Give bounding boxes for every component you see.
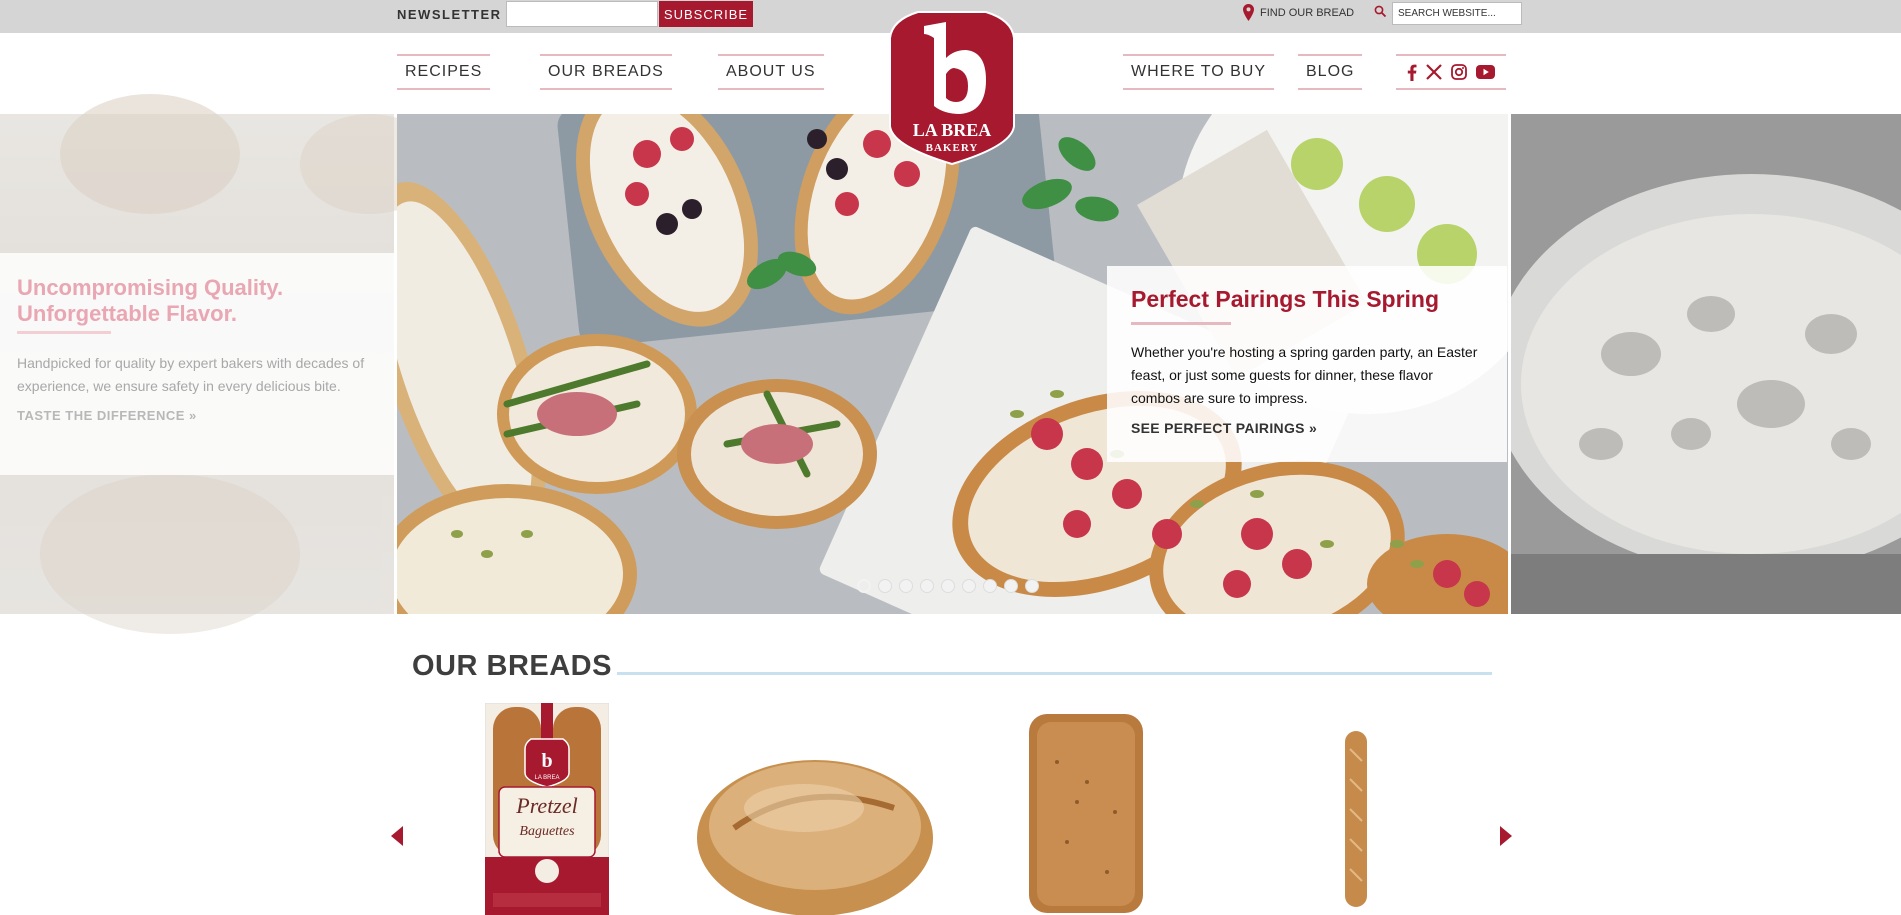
logo-sub: BAKERY xyxy=(926,142,979,154)
x-icon[interactable] xyxy=(1426,64,1442,80)
package-logo-letter: b xyxy=(541,750,552,772)
previous-slide-caption: Uncompromising Quality. Unforgettable Fl… xyxy=(0,253,394,475)
social-links xyxy=(1396,54,1506,90)
our-breads-rule xyxy=(617,672,1492,675)
ciabatta-roll-image[interactable] xyxy=(1027,712,1145,915)
carousel-prev-arrow-icon[interactable] xyxy=(391,826,403,846)
taste-the-difference-link[interactable]: TASTE THE DIFFERENCE » xyxy=(17,408,377,423)
subscribe-button[interactable]: SUBSCRIBE xyxy=(659,1,753,27)
carousel-pagination xyxy=(857,579,1039,593)
our-breads-heading: OUR BREADS xyxy=(412,650,612,682)
nav-recipes[interactable]: RECIPES xyxy=(397,54,491,90)
active-slide-text: Whether you're hosting a spring garden p… xyxy=(1131,344,1478,406)
la-brea-bakery-logo[interactable]: LA BREA BAKERY xyxy=(888,8,1016,166)
see-perfect-pairings-link[interactable]: SEE PERFECT PAIRINGS » xyxy=(1131,420,1483,436)
package-brand: LA BREA xyxy=(534,775,559,781)
page: NEWSLETTER SUBSCRIBE FIND OUR BREAD RECI… xyxy=(0,0,1901,915)
carousel-dot[interactable] xyxy=(983,579,997,593)
package-name-line1: Pretzel xyxy=(515,793,578,818)
carousel-dot[interactable] xyxy=(878,579,892,593)
active-slide-divider xyxy=(1131,322,1231,325)
thin-baguette-image[interactable] xyxy=(1341,729,1371,909)
newsletter-label: NEWSLETTER xyxy=(397,7,502,22)
youtube-icon[interactable] xyxy=(1476,65,1496,79)
active-slide-title: Perfect Pairings This Spring xyxy=(1131,286,1440,312)
active-slide-caption: Perfect Pairings This Spring Whether you… xyxy=(1107,266,1507,462)
logo-name: LA BREA xyxy=(913,120,992,140)
package-name-line2: Baguettes xyxy=(519,824,575,839)
find-our-bread-link[interactable]: FIND OUR BREAD xyxy=(1243,4,1354,21)
nav-about-us[interactable]: ABOUT US xyxy=(718,54,824,90)
carousel-next-arrow-icon[interactable] xyxy=(1500,826,1512,846)
facebook-icon[interactable] xyxy=(1407,64,1417,81)
instagram-icon[interactable] xyxy=(1451,64,1468,80)
carousel-dot[interactable] xyxy=(920,579,934,593)
newsletter-email-input[interactable] xyxy=(506,1,658,27)
previous-slide-title-line1: Uncompromising Quality. xyxy=(17,275,284,300)
next-slide[interactable] xyxy=(1511,114,1901,614)
round-loaf-image[interactable] xyxy=(694,738,936,915)
carousel-dot[interactable] xyxy=(857,579,871,593)
previous-slide-divider xyxy=(17,331,111,334)
nav-blog[interactable]: BLOG xyxy=(1298,54,1363,90)
hero-carousel: Uncompromising Quality. Unforgettable Fl… xyxy=(0,94,1901,634)
nav-our-breads[interactable]: OUR BREADS xyxy=(540,54,672,90)
map-pin-icon xyxy=(1243,4,1254,21)
carousel-dot[interactable] xyxy=(1004,579,1018,593)
carousel-dot[interactable] xyxy=(1025,579,1039,593)
find-our-bread-label: FIND OUR BREAD xyxy=(1260,6,1355,19)
search-input[interactable] xyxy=(1392,2,1522,25)
nav-where-to-buy[interactable]: WHERE TO BUY xyxy=(1123,54,1274,90)
previous-slide-text: Handpicked for quality by expert bakers … xyxy=(17,355,365,394)
carousel-dot[interactable] xyxy=(962,579,976,593)
carousel-dot[interactable] xyxy=(941,579,955,593)
carousel-dot[interactable] xyxy=(899,579,913,593)
search-icon[interactable] xyxy=(1374,5,1387,18)
ciabatta-image xyxy=(1511,114,1901,614)
previous-slide-title-line2: Unforgettable Flavor. xyxy=(17,301,238,326)
pretzel-baguettes-package[interactable]: b LA BREA Pretzel Baguettes xyxy=(485,703,609,915)
